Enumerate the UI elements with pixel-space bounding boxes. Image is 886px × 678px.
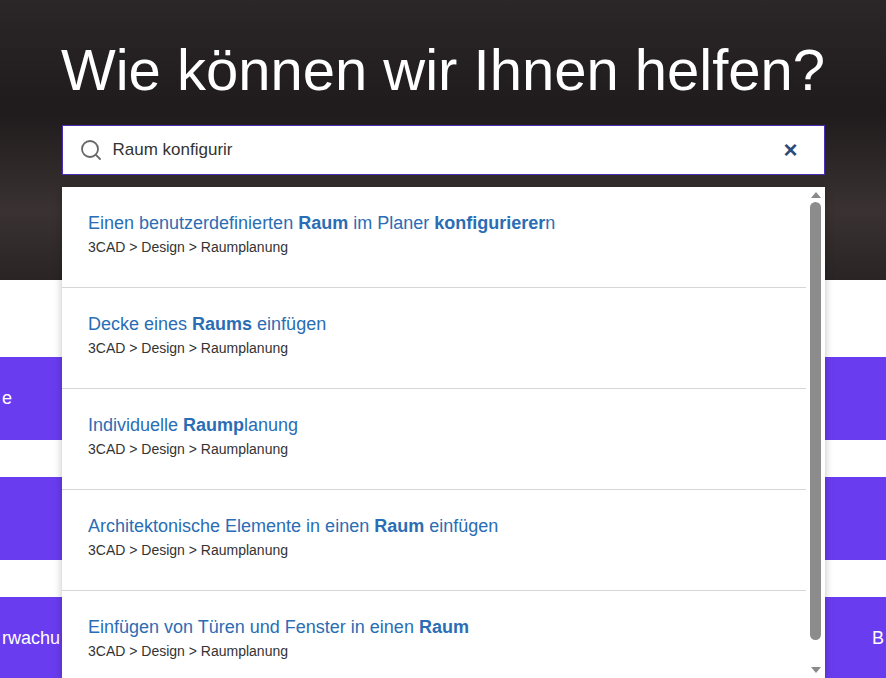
suggestion-breadcrumb: 3CAD > Design > Raumplanung <box>88 238 786 256</box>
search-icon <box>79 138 103 162</box>
suggestion-breadcrumb: 3CAD > Design > Raumplanung <box>88 440 786 458</box>
scroll-up-icon[interactable] <box>811 192 821 198</box>
help-page: Wie können wir Ihnen helfen? Raum konfigu… <box>0 0 886 678</box>
suggestion-title[interactable]: Architektonische Elemente in einen Raum … <box>88 514 786 538</box>
clear-button[interactable]: × <box>783 138 797 162</box>
suggestion-item[interactable]: Einfügen von Türen und Fenster in einen … <box>62 591 806 678</box>
suggestion-title[interactable]: Einen benutzerdefinierten Raum im Planer… <box>88 211 786 235</box>
search-suggestions: Einen benutzerdefinierten Raum im Planer… <box>62 187 825 678</box>
scroll-down-icon[interactable] <box>811 667 821 673</box>
suggestion-item[interactable]: Individuelle Raumplanung 3CAD > Design > … <box>62 389 806 490</box>
suggestion-breadcrumb: 3CAD > Design > Raumplanung <box>88 541 786 559</box>
scrollbar[interactable] <box>806 187 825 678</box>
suggestion-item[interactable]: Decke eines Raums einfügen 3CAD > Design … <box>62 288 806 389</box>
suggestion-title[interactable]: Einfügen von Türen und Fenster in einen … <box>88 615 786 639</box>
suggestion-title[interactable]: Decke eines Raums einfügen <box>88 312 786 336</box>
suggestion-breadcrumb: 3CAD > Design > Raumplanung <box>88 339 786 357</box>
search-input[interactable]: Raum konfigurir <box>113 140 774 160</box>
hero-title: Wie können wir Ihnen helfen? <box>61 35 825 105</box>
suggestion-list: Einen benutzerdefinierten Raum im Planer… <box>62 187 806 678</box>
suggestion-item[interactable]: Architektonische Elemente in einen Raum … <box>62 490 806 591</box>
scroll-track[interactable] <box>806 198 825 667</box>
search-box[interactable]: Raum konfigurir × <box>62 125 825 175</box>
scroll-thumb[interactable] <box>810 202 821 640</box>
suggestion-title[interactable]: Individuelle Raumplanung <box>88 413 786 437</box>
suggestion-item[interactable]: Einen benutzerdefinierten Raum im Planer… <box>62 187 806 288</box>
suggestion-breadcrumb: 3CAD > Design > Raumplanung <box>88 642 786 660</box>
